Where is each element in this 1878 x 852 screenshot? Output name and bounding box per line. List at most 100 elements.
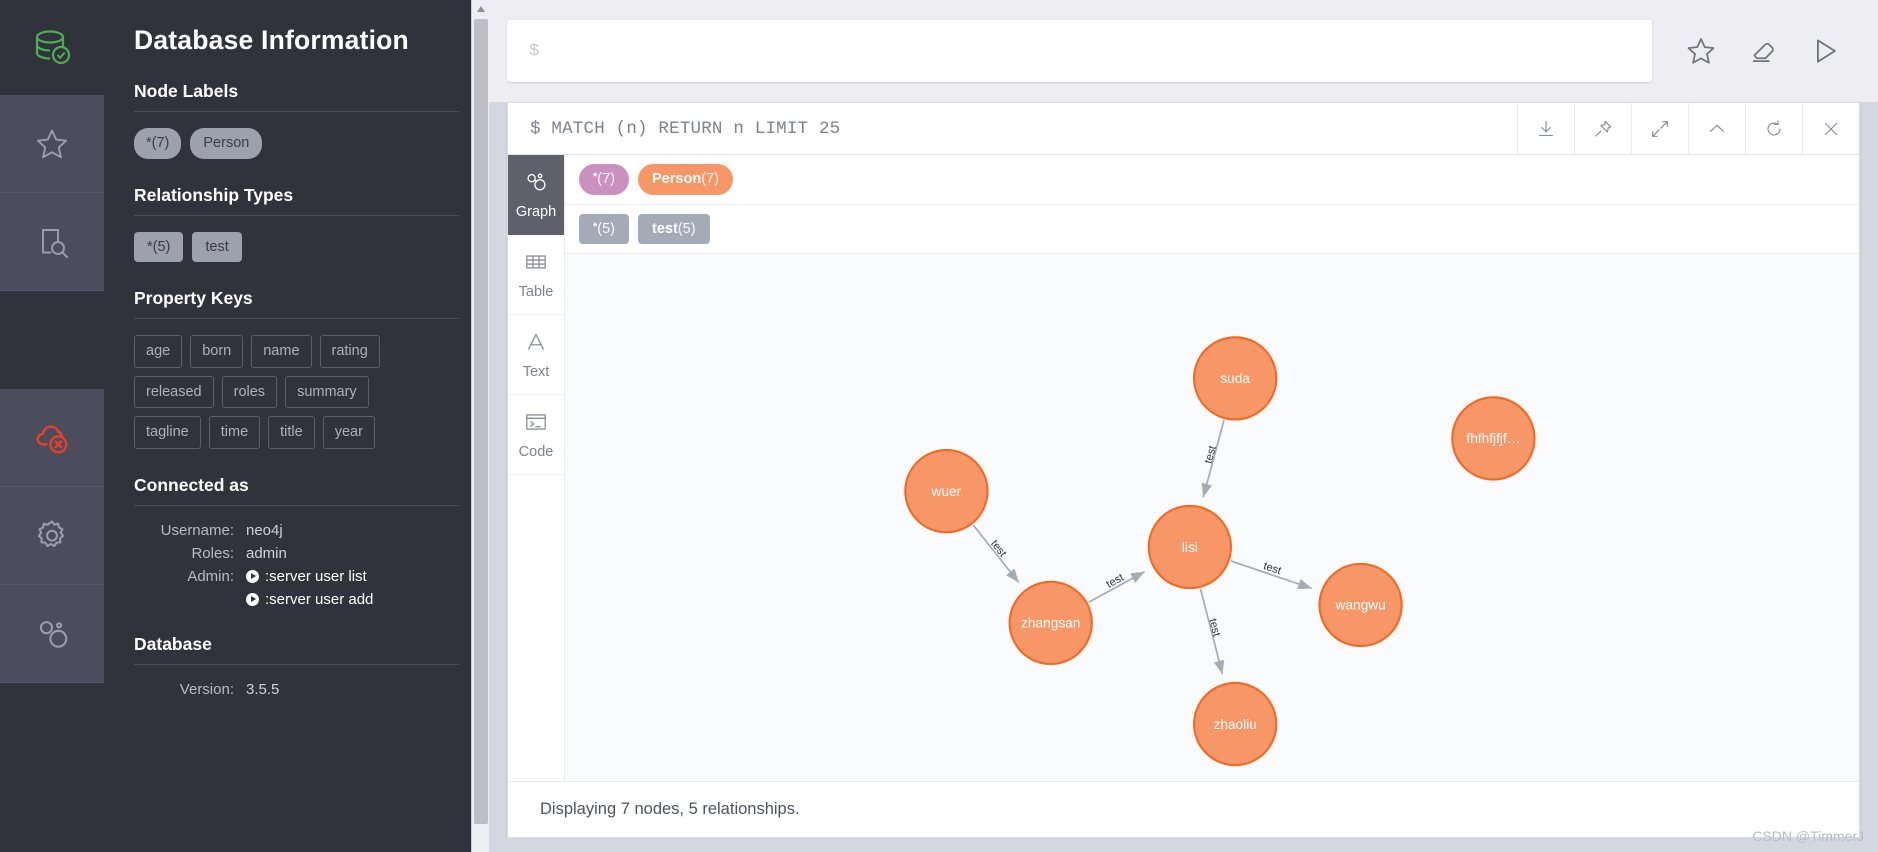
divider <box>134 215 459 216</box>
node-label-chip-all[interactable]: *(7) <box>134 128 181 159</box>
admin-row: Admin: :server user list :server user ad… <box>134 568 459 608</box>
play-icon <box>246 593 259 606</box>
relationship-chip-all[interactable]: *(5) <box>134 232 183 263</box>
tab-graph[interactable]: Graph <box>508 155 564 235</box>
collapse-button[interactable] <box>1688 103 1745 154</box>
sidebar-item-settings[interactable] <box>0 487 104 585</box>
graph-node[interactable]: wangwu <box>1320 564 1402 646</box>
sidebar-scrollbar[interactable] <box>471 0 489 852</box>
legend-chip-test[interactable]: test(5) <box>638 214 710 245</box>
property-key-chip[interactable]: name <box>251 335 311 368</box>
query-editor-bar: $ <box>489 0 1878 102</box>
table-icon <box>523 249 549 279</box>
admin-commands: :server user list :server user add <box>246 568 373 608</box>
property-key-chip[interactable]: age <box>134 335 182 368</box>
admin-command-label: :server user add <box>265 591 373 608</box>
rerun-button[interactable] <box>1745 103 1802 154</box>
scroll-up-icon[interactable] <box>472 0 489 18</box>
roles-value: admin <box>246 545 287 562</box>
relationship-label: test <box>1203 445 1219 465</box>
admin-command-item[interactable]: :server user list <box>246 568 373 585</box>
bottom-strip <box>489 838 1878 852</box>
version-value: 3.5.5 <box>246 681 279 698</box>
status-text: Displaying 7 nodes, 5 relationships. <box>540 800 800 819</box>
username-row: Username: neo4j <box>134 522 459 539</box>
query-editor[interactable]: $ <box>507 20 1652 82</box>
tab-graph-label: Graph <box>516 204 556 220</box>
neo4j-browser-window: Database Information Node Labels *(7) Pe… <box>0 0 1878 852</box>
legend-chip-all-nodes[interactable]: *(7) <box>579 164 629 195</box>
username-value: neo4j <box>246 522 283 539</box>
legend-chip-person[interactable]: Person(7) <box>638 164 733 195</box>
graph-column: *(7) Person(7) *(5) test(5) <box>565 155 1859 781</box>
sidebar-item-favorites[interactable] <box>0 95 104 193</box>
graph-node-label: lisi <box>1182 540 1198 555</box>
sidebar-item-about[interactable] <box>0 585 104 683</box>
version-label: Version: <box>134 681 246 698</box>
star-icon <box>34 126 70 162</box>
graph-node[interactable]: zhaoliu <box>1194 683 1276 765</box>
panel-title: Database Information <box>134 26 459 55</box>
property-key-chip[interactable]: roles <box>222 376 277 409</box>
result-frame: $ MATCH (n) RETURN n LIMIT 25 <box>507 102 1860 838</box>
graph-node-label: suda <box>1220 371 1250 386</box>
relationship-types-heading: Relationship Types <box>134 185 459 206</box>
graph-canvas[interactable]: testtesttesttesttest sudafhfhfjfjf…wuerl… <box>565 254 1859 781</box>
node-labels-heading: Node Labels <box>134 81 459 102</box>
node-label-chip-person[interactable]: Person <box>190 128 262 159</box>
relationship-label: test <box>1104 572 1125 591</box>
close-frame-button[interactable] <box>1802 103 1859 154</box>
frame-header: $ MATCH (n) RETURN n LIMIT 25 <box>508 103 1859 155</box>
property-key-chip[interactable]: title <box>268 416 315 449</box>
pin-button[interactable] <box>1574 103 1631 154</box>
editor-prompt: $ <box>529 42 539 61</box>
graph-node-label: wangwu <box>1335 598 1386 613</box>
graph-node[interactable]: wuer <box>905 450 987 532</box>
graph-node[interactable]: suda <box>1194 337 1276 419</box>
favorite-query-button[interactable] <box>1670 20 1732 82</box>
relationship-type-chips: *(5) test <box>134 232 459 263</box>
admin-command-item[interactable]: :server user add <box>246 591 373 608</box>
frame-container: $ MATCH (n) RETURN n LIMIT 25 <box>489 102 1878 838</box>
tab-table[interactable]: Table <box>508 235 564 315</box>
relationship-label: test <box>988 538 1008 559</box>
graph-node-label: wuer <box>931 484 962 499</box>
graph-visualization[interactable]: testtesttesttesttest sudafhfhfjfjf…wuerl… <box>565 254 1859 781</box>
main-area: $ <box>489 0 1878 852</box>
node-label-legend: *(7) Person(7) <box>565 155 1859 205</box>
download-button[interactable] <box>1517 103 1574 154</box>
cloud-disconnected-icon <box>33 419 71 457</box>
gear-icon <box>33 517 71 555</box>
property-key-chip[interactable]: time <box>209 416 260 449</box>
property-keys-heading: Property Keys <box>134 288 459 309</box>
property-key-chip[interactable]: released <box>134 376 214 409</box>
property-key-chip[interactable]: summary <box>285 376 369 409</box>
sidebar-item-connection-status[interactable] <box>0 389 104 487</box>
sidebar-item-documents[interactable] <box>0 193 104 291</box>
node-label-chips: *(7) Person <box>134 128 459 159</box>
property-key-chip[interactable]: born <box>190 335 243 368</box>
graph-node[interactable]: zhangsan <box>1010 582 1092 664</box>
graph-node[interactable]: fhfhfjfjf… <box>1452 397 1534 479</box>
tab-text[interactable]: Text <box>508 315 564 395</box>
graph-node-label: zhaoliu <box>1214 717 1257 732</box>
property-key-chip[interactable]: year <box>323 416 375 449</box>
result-status-bar: Displaying 7 nodes, 5 relationships. <box>508 781 1859 837</box>
database-heading: Database <box>134 634 459 655</box>
legend-chip-all-rels[interactable]: *(5) <box>579 214 629 245</box>
property-key-chip[interactable]: tagline <box>134 416 201 449</box>
scrollbar-thumb[interactable] <box>474 19 488 824</box>
relationship-chip-test[interactable]: test <box>192 232 241 263</box>
run-query-button[interactable] <box>1794 20 1856 82</box>
graph-icon <box>523 169 549 199</box>
code-icon <box>523 409 549 439</box>
property-key-chip[interactable]: rating <box>320 335 380 368</box>
tab-code[interactable]: Code <box>508 395 564 475</box>
graph-node[interactable]: lisi <box>1149 506 1231 588</box>
property-key-chips: agebornname rating releasedrolessummary tag… <box>134 335 434 449</box>
connected-as-heading: Connected as <box>134 475 459 496</box>
fullscreen-button[interactable] <box>1631 103 1688 154</box>
admin-command-label: :server user list <box>265 568 367 585</box>
relationship-label: test <box>1206 617 1222 637</box>
clear-editor-button[interactable] <box>1732 20 1794 82</box>
